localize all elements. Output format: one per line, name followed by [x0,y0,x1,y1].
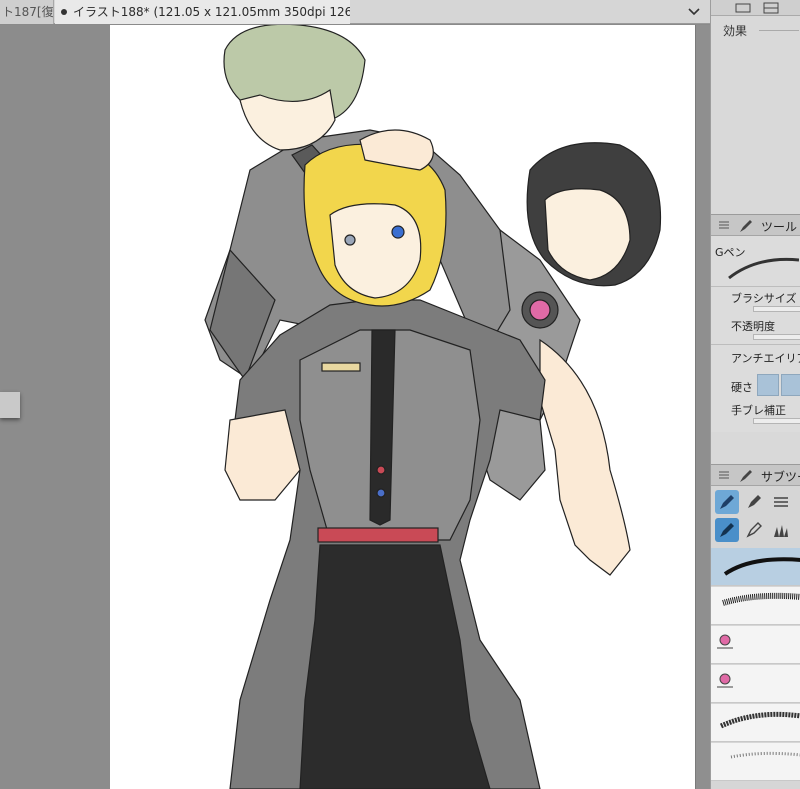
pasteboard-right [695,25,710,789]
sub-tool-title: サブツー [761,470,800,484]
pen-icon [720,495,734,509]
opacity-label: 不透明度 [731,320,775,333]
g-pen-group-button[interactable] [715,518,739,542]
brush-preset-item[interactable] [711,704,800,742]
divider [759,30,799,31]
marker-icon [748,495,761,508]
brush-size-label: ブラシサイズ [731,292,797,305]
navigator-icon[interactable] [733,1,753,15]
unsaved-dot-icon [61,8,67,15]
divider [711,344,800,345]
panel-icon-strip [711,0,800,16]
brush-stroke-preview [723,557,800,576]
panel-collapse-handle[interactable] [0,392,20,418]
drawing-canvas[interactable] [110,25,695,789]
sub-tool-panel [711,486,800,789]
texture-icon [746,522,762,538]
antialiasing-label: アンチエイリアス [731,352,800,365]
brush-stroke-preview [719,711,800,729]
brush-stroke-preview [722,592,800,606]
chevron-down-icon[interactable] [686,4,702,20]
layer-icon[interactable] [761,1,781,15]
opacity-slider[interactable] [753,334,800,340]
pen-icon [740,470,752,482]
tab-label: イラスト188* (121.05 x 121.05mm 350dpi 126.8… [73,5,350,19]
brush-preset-item[interactable] [711,548,800,586]
stabilization-slider[interactable] [753,418,800,424]
document-tab-bar: ト187[復 イラスト188* (121.05 x 121.05mm 350dp… [0,0,710,24]
brush-size-slider[interactable] [753,306,800,312]
brush-preset-item[interactable] [711,587,800,625]
effects-panel-title: 効果 [723,24,748,38]
grip-icon[interactable] [719,470,729,480]
right-panel-dock: 効果 ツール Gペン ブラシサイズ 不透明度 アンチエイリアス 硬さ 手ブレ補正… [710,0,800,789]
hardness-option-2[interactable] [781,374,800,396]
tab-label: ト187[復 [2,5,54,19]
grip-icon[interactable] [719,220,729,230]
menu-icon [774,497,788,507]
hardness-label: 硬さ [731,381,753,394]
brush-stroke-preview [728,257,799,280]
pink-marker-icon [717,634,733,649]
tab-illustration-188[interactable]: イラスト188* (121.05 x 121.05mm 350dpi 126.8… [55,0,350,24]
brush-preset-item[interactable] [711,743,800,781]
brush-preset-item[interactable] [711,626,800,664]
tab-illustration-187[interactable]: ト187[復 [0,0,54,24]
hardness-option-1[interactable] [757,374,779,396]
grass-tool-button[interactable] [769,518,793,542]
pen-icon [740,220,752,232]
tool-property-panel: Gペン ブラシサイズ 不透明度 アンチエイリアス 硬さ 手ブレ補正 [711,236,800,432]
brush-stroke-preview [730,751,800,759]
divider [711,286,800,287]
texture-tool-button[interactable] [742,518,766,542]
sub-tool-header[interactable]: サブツー [711,464,800,486]
stabilization-label: 手ブレ補正 [731,404,786,417]
pink-marker-icon [717,673,733,688]
tool-property-title: ツール [761,220,798,234]
tool-property-header[interactable]: ツール [711,214,800,236]
brush-preset-item[interactable] [711,665,800,703]
pen-tool-button[interactable] [715,490,739,514]
pen-icon [720,523,734,537]
list-view-button[interactable] [769,490,793,514]
illustration-artwork [204,25,662,789]
marker-tool-button[interactable] [742,490,766,514]
grass-icon [774,525,788,537]
